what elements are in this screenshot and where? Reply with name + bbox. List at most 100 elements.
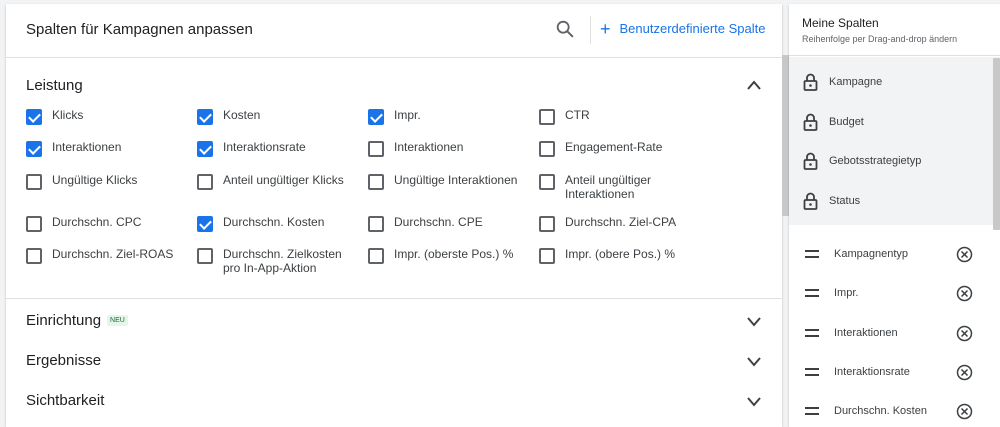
remove-circle-icon[interactable]	[956, 364, 973, 381]
checkbox[interactable]	[26, 248, 42, 264]
checkbox-label: Interaktionen	[394, 140, 464, 154]
remove-circle-icon[interactable]	[956, 285, 973, 302]
locked-column-label: Kampagne	[829, 76, 883, 88]
column-item-interaktionsrate[interactable]: Interaktionsrate	[805, 364, 973, 381]
checkbox[interactable]	[197, 109, 213, 125]
metric-row: Ungültige Klicks Anteil ungültiger Klicks…	[26, 173, 710, 201]
metric-option-interaktionen[interactable]: Interaktionen	[26, 140, 197, 157]
search-icon[interactable]	[554, 18, 576, 40]
metric-option-ungültige-klicks[interactable]: Ungültige Klicks	[26, 173, 197, 201]
metric-option-anteil-ungültiger-interaktionen[interactable]: Anteil ungültiger Interaktionen	[539, 173, 710, 201]
chevron-down-icon[interactable]	[746, 355, 762, 367]
my-columns-panel: Meine Spalten Reihenfolge per Drag-and-d…	[789, 4, 1000, 427]
checkbox[interactable]	[368, 174, 384, 190]
chevron-down-icon[interactable]	[746, 315, 762, 327]
metric-row: Interaktionen Interaktionsrate Interaktion…	[26, 140, 710, 157]
checkbox[interactable]	[539, 174, 555, 190]
drag-handle-icon[interactable]	[805, 407, 819, 416]
checkbox[interactable]	[26, 109, 42, 125]
checkbox-label: Ungültige Klicks	[52, 173, 138, 187]
metric-option-anteil-ungültiger-klicks[interactable]: Anteil ungültiger Klicks	[197, 173, 368, 201]
checkbox[interactable]	[368, 248, 384, 264]
checkbox[interactable]	[539, 109, 555, 125]
chevron-down-icon[interactable]	[746, 395, 762, 407]
drag-handle-icon[interactable]	[805, 289, 819, 298]
locked-column-label: Gebotsstrategietyp	[829, 155, 922, 167]
section-ergebnisse[interactable]: Ergebnisse	[6, 340, 782, 380]
locked-column-gebotsstrategietyp: Gebotsstrategietyp	[803, 152, 921, 170]
custom-column-button[interactable]: + Benutzerdefinierte Spalte	[600, 20, 766, 38]
metric-option-durchschn-cpc[interactable]: Durchschn. CPC	[26, 215, 197, 232]
column-item-interaktionen[interactable]: Interaktionen	[805, 325, 973, 342]
metric-option-kosten[interactable]: Kosten	[197, 108, 368, 125]
chevron-up-icon[interactable]	[746, 79, 762, 91]
drag-handle-icon[interactable]	[805, 367, 819, 376]
metric-option-klicks[interactable]: Klicks	[26, 108, 197, 125]
checkbox[interactable]	[26, 216, 42, 232]
checkbox[interactable]	[197, 141, 213, 157]
page-title: Spalten für Kampagnen anpassen	[26, 21, 253, 38]
column-item-durchschn-kosten[interactable]: Durchschn. Kosten	[805, 403, 973, 420]
metric-option-durchschn-zielkosten-pro-in-app-aktion[interactable]: Durchschn. Zielkosten pro In-App-Aktion	[197, 247, 368, 275]
my-columns-subtitle: Reihenfolge per Drag-and-drop ändern	[802, 34, 958, 44]
checkbox-label: Anteil ungültiger Interaktionen	[565, 173, 652, 201]
remove-circle-icon[interactable]	[956, 325, 973, 342]
metric-option-durchschn-kosten[interactable]: Durchschn. Kosten	[197, 215, 368, 232]
section-title-einrichtung: Einrichtung NEU	[26, 312, 128, 329]
metric-row: Klicks Kosten Impr. CTR	[26, 108, 710, 125]
remove-circle-icon[interactable]	[956, 403, 973, 420]
checkbox[interactable]	[539, 216, 555, 232]
metric-option-impr-obere-pos[interactable]: Impr. (obere Pos.) %	[539, 247, 710, 275]
checkbox[interactable]	[368, 216, 384, 232]
checkbox-label: Durchschn. Kosten	[223, 215, 325, 229]
section-einrichtung[interactable]: Einrichtung NEU	[6, 300, 782, 340]
remove-circle-icon[interactable]	[956, 246, 973, 263]
checkbox-label: Impr. (oberste Pos.) %	[394, 247, 514, 261]
checkbox[interactable]	[368, 141, 384, 157]
locked-column-label: Status	[829, 194, 861, 207]
checkbox[interactable]	[539, 248, 555, 264]
metric-option-durchschn-cpe[interactable]: Durchschn. CPE	[368, 215, 539, 232]
my-columns-header: Meine Spalten Reihenfolge per Drag-and-d…	[789, 4, 1000, 56]
checkbox-label: Engagement-Rate	[565, 140, 663, 154]
checkbox[interactable]	[197, 216, 213, 232]
column-item-label: Impr.	[834, 287, 859, 300]
my-columns-scrollbar[interactable]	[993, 58, 1000, 230]
checkbox[interactable]	[26, 141, 42, 157]
section-title-ergebnisse: Ergebnisse	[26, 352, 102, 369]
metric-row: Durchschn. CPC Durchschn. Kosten Durchschn…	[26, 215, 710, 232]
checkbox[interactable]	[368, 109, 384, 125]
section-title-sichtbarkeit: Sichtbarkeit	[26, 392, 105, 409]
new-badge: NEU	[107, 315, 128, 326]
main-scrollbar[interactable]	[782, 55, 789, 216]
drag-handle-icon[interactable]	[805, 250, 819, 258]
section-leistung: Leistung Klicks Kosten Impr. CTR Interaktion…	[6, 59, 782, 299]
checkbox[interactable]	[26, 174, 42, 190]
checkbox[interactable]	[197, 248, 213, 264]
metric-option-ctr[interactable]: CTR	[539, 108, 710, 125]
locked-column-label: Budget	[829, 115, 864, 128]
metric-option-ungültige-interaktionen[interactable]: Ungültige Interaktionen	[368, 173, 539, 201]
column-item-kampagnentyp[interactable]: Kampagnentyp	[805, 246, 973, 263]
checkbox[interactable]	[539, 141, 555, 157]
checkbox-label: CTR	[565, 108, 590, 122]
metric-option-interaktionsrate[interactable]: Interaktionsrate	[197, 140, 368, 157]
locked-column-kampagne: Kampagne	[803, 73, 882, 91]
locked-column-budget: Budget	[803, 113, 864, 131]
metric-option-durchschn-ziel-cpa[interactable]: Durchschn. Ziel-CPA	[539, 215, 710, 232]
lock-icon	[803, 152, 818, 170]
column-item-impr[interactable]: Impr.	[805, 285, 973, 302]
section-sichtbarkeit[interactable]: Sichtbarkeit	[6, 380, 782, 420]
metric-option-engagement-rate[interactable]: Engagement-Rate	[539, 140, 710, 157]
checkbox-label: Interaktionsrate	[223, 140, 306, 154]
metric-option-impr-oberste-pos[interactable]: Impr. (oberste Pos.) %	[368, 247, 539, 275]
lock-icon	[803, 192, 818, 210]
column-item-label: Interaktionen	[834, 326, 898, 339]
metric-option-interaktionen[interactable]: Interaktionen	[368, 140, 539, 157]
locked-columns: Kampagne Budget Gebotsstrategietyp Status	[789, 57, 1000, 225]
checkbox[interactable]	[197, 174, 213, 190]
metric-option-durchschn-ziel-roas[interactable]: Durchschn. Ziel-ROAS	[26, 247, 197, 275]
metric-option-impr[interactable]: Impr.	[368, 108, 539, 125]
drag-handle-icon[interactable]	[805, 328, 819, 337]
lock-icon	[803, 73, 818, 91]
